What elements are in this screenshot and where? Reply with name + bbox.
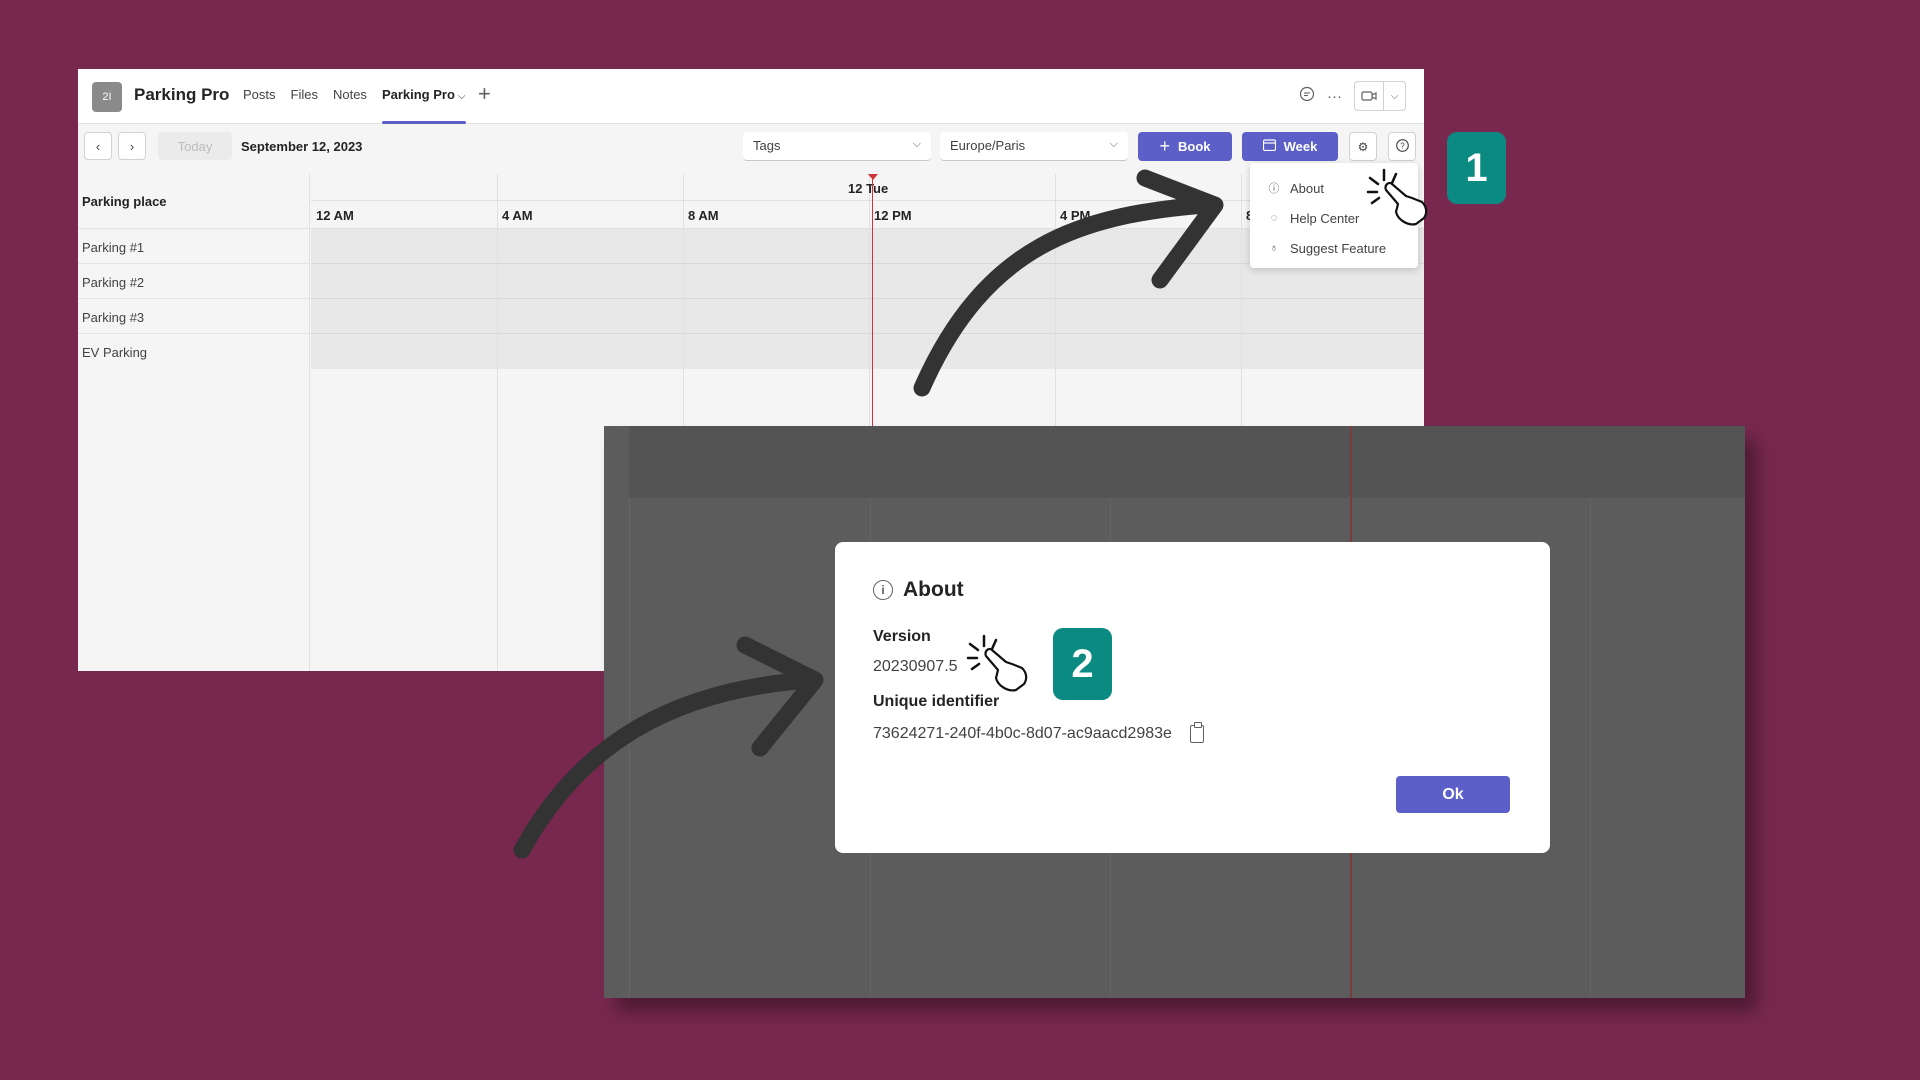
pointer-hand-icon: [1366, 168, 1428, 226]
arrow-icon: [513, 636, 824, 859]
annotation-overlay: [513, 168, 1428, 859]
pointer-hand-icon: [966, 634, 1028, 692]
arrow-icon: [913, 169, 1224, 397]
